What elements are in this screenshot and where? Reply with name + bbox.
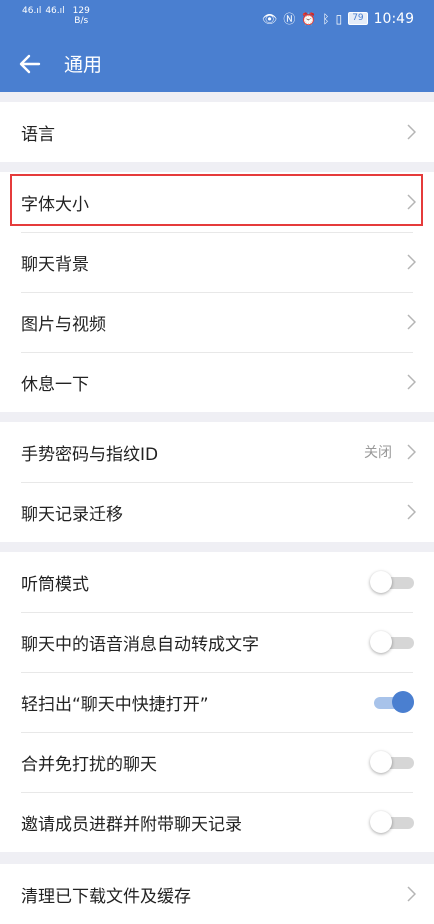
row-label: 语言 xyxy=(21,124,55,145)
row-chat-history-migration[interactable]: 聊天记录迁移 xyxy=(0,482,434,542)
row-label: 邀请成员进群并附带聊天记录 xyxy=(21,814,242,835)
network-speed: 129 B/s xyxy=(73,6,90,26)
chevron-right-icon xyxy=(407,124,416,140)
signal-icon-1: 46.ıl xyxy=(22,6,42,16)
battery-icon: 79 xyxy=(348,12,368,25)
chevron-right-icon xyxy=(407,254,416,270)
back-button[interactable] xyxy=(18,50,42,78)
row-merge-muted-chats: 合并免打扰的聊天 xyxy=(0,732,434,792)
chevron-right-icon xyxy=(407,504,416,520)
settings-group-toggles: 听筒模式 聊天中的语音消息自动转成文字 轻扫出“聊天中快捷打开” 合并免打扰的聊… xyxy=(0,552,434,852)
chevron-right-icon xyxy=(407,314,416,330)
row-label: 图片与视频 xyxy=(21,314,106,335)
page-title: 通用 xyxy=(64,54,103,76)
alarm-icon: ⏰ xyxy=(301,11,317,26)
signal-icon-2: 46.ıl xyxy=(45,6,65,16)
app-bar: 46.ıl 46.ıl 129 B/s 👁 Ⓝ ⏰ ᛒ ▯ 79 10:49 通… xyxy=(0,0,434,92)
settings-group-language: 语言 xyxy=(0,102,434,162)
settings-group-display: 字体大小 聊天背景 图片与视频 休息一下 xyxy=(0,172,434,412)
toggle-switch-earpiece-mode[interactable] xyxy=(370,571,414,593)
row-label: 休息一下 xyxy=(21,374,89,395)
chevron-right-icon xyxy=(407,194,416,210)
toggle-switch-voice-to-text[interactable] xyxy=(370,631,414,653)
row-label: 手势密码与指纹ID xyxy=(21,444,159,465)
row-font-size[interactable]: 字体大小 xyxy=(0,172,434,232)
toggle-knob xyxy=(370,571,392,593)
arrow-left-icon xyxy=(19,54,41,74)
toggle-switch-invite-with-history[interactable] xyxy=(370,811,414,833)
title-bar: 通用 xyxy=(0,44,434,88)
signal-label-1: 46 xyxy=(22,6,34,16)
row-label: 聊天记录迁移 xyxy=(21,504,123,525)
vibrate-icon: ▯ xyxy=(335,11,343,26)
status-left: 46.ıl 46.ıl 129 B/s xyxy=(22,6,90,26)
network-speed-unit: B/s xyxy=(74,16,89,26)
toggle-switch-merge-muted-chats[interactable] xyxy=(370,751,414,773)
chevron-right-icon xyxy=(407,444,416,460)
status-right: 👁 Ⓝ ⏰ ᛒ ▯ 79 10:49 xyxy=(262,10,414,27)
row-invite-with-history: 邀请成员进群并附带聊天记录 xyxy=(0,792,434,852)
row-value: 关闭 xyxy=(364,445,392,461)
row-gesture-password[interactable]: 手势密码与指纹ID 关闭 xyxy=(0,422,434,482)
row-earpiece-mode: 听筒模式 xyxy=(0,552,434,612)
network-speed-value: 129 xyxy=(72,6,90,16)
status-bar: 46.ıl 46.ıl 129 B/s 👁 Ⓝ ⏰ ᛒ ▯ 79 10:49 xyxy=(0,0,434,36)
row-label: 听筒模式 xyxy=(21,574,89,595)
toggle-knob xyxy=(370,751,392,773)
row-clear-cache[interactable]: 清理已下载文件及缓存 xyxy=(0,864,434,924)
row-label: 字体大小 xyxy=(21,194,89,215)
clock: 10:49 xyxy=(373,10,414,27)
toggle-knob xyxy=(370,811,392,833)
settings-group-storage: 清理已下载文件及缓存 xyxy=(0,864,434,924)
nfc-icon: Ⓝ xyxy=(283,12,296,26)
toggle-knob xyxy=(392,691,414,713)
row-voice-to-text: 聊天中的语音消息自动转成文字 xyxy=(0,612,434,672)
chevron-right-icon xyxy=(407,886,416,902)
chevron-right-icon xyxy=(407,374,416,390)
row-language[interactable]: 语言 xyxy=(0,102,434,162)
row-label: 轻扫出“聊天中快捷打开” xyxy=(21,694,209,715)
row-label: 清理已下载文件及缓存 xyxy=(21,886,191,907)
row-label: 聊天背景 xyxy=(21,254,89,275)
row-label: 聊天中的语音消息自动转成文字 xyxy=(21,634,259,655)
eye-comfort-icon: 👁 xyxy=(262,11,278,26)
toggle-switch-swipe-quick-open[interactable] xyxy=(370,691,414,713)
bluetooth-icon: ᛒ xyxy=(322,11,330,26)
row-photos-videos[interactable]: 图片与视频 xyxy=(0,292,434,352)
toggle-knob xyxy=(370,631,392,653)
row-label: 合并免打扰的聊天 xyxy=(21,754,157,775)
signal-label-2: 46 xyxy=(45,6,57,16)
row-swipe-quick-open: 轻扫出“聊天中快捷打开” xyxy=(0,672,434,732)
row-take-a-break[interactable]: 休息一下 xyxy=(0,352,434,412)
settings-group-security: 手势密码与指纹ID 关闭 聊天记录迁移 xyxy=(0,422,434,542)
row-chat-background[interactable]: 聊天背景 xyxy=(0,232,434,292)
